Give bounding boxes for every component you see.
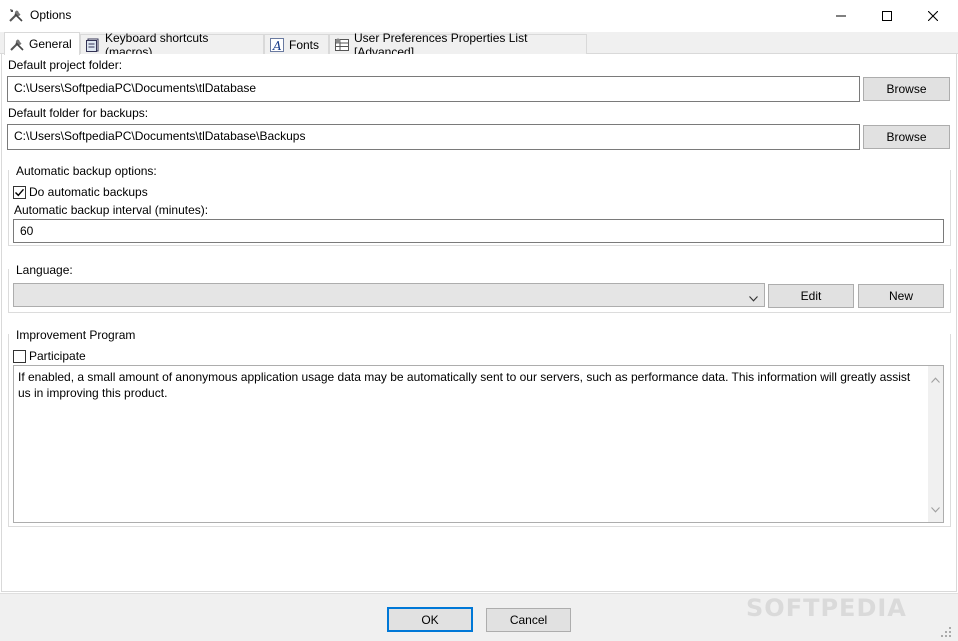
tab-keyboard-shortcuts[interactable]: Keyboard shortcuts (macros) [80, 31, 264, 59]
font-icon: A [269, 37, 285, 53]
backup-folder-label: Default folder for backups: [8, 106, 149, 120]
chevron-down-icon [749, 291, 758, 305]
description-scrollbar[interactable] [928, 366, 943, 522]
maximize-button[interactable] [864, 0, 910, 31]
cancel-button[interactable]: Cancel [486, 608, 571, 632]
title-bar: Options [0, 0, 958, 31]
svg-text:A: A [272, 39, 282, 53]
participate-checkbox[interactable]: Participate [13, 349, 86, 363]
ok-button[interactable]: OK [387, 607, 473, 632]
tab-label: General [29, 37, 72, 51]
language-group-label: Language: [16, 263, 73, 277]
separator [9, 320, 947, 321]
checkbox-checked-icon [13, 185, 26, 199]
tab-user-preferences[interactable]: User Preferences Properties List [Advanc… [329, 31, 587, 59]
separator [9, 254, 947, 255]
improvement-description-text: If enabled, a small amount of anonymous … [18, 370, 911, 400]
close-button[interactable] [910, 0, 956, 31]
participate-label: Participate [29, 349, 86, 363]
minimize-icon [836, 15, 846, 16]
tools-icon [9, 36, 25, 52]
edit-language-button[interactable]: Edit [768, 284, 854, 308]
checkbox-unchecked-icon [13, 349, 26, 363]
project-folder-input[interactable]: C:\Users\SoftpediaPC\Documents\tlDatabas… [7, 76, 860, 102]
chevron-down-icon[interactable] [931, 501, 940, 517]
tab-general[interactable]: General [4, 32, 80, 55]
improvement-group-label: Improvement Program [16, 328, 136, 342]
chevron-up-icon[interactable] [931, 371, 940, 387]
keyboard-book-icon [85, 37, 101, 53]
separator [9, 156, 947, 157]
minimize-button[interactable] [818, 0, 864, 31]
language-select[interactable] [13, 283, 765, 307]
project-folder-label: Default project folder: [8, 58, 123, 72]
auto-backup-group-label: Automatic backup options: [16, 164, 157, 178]
tab-fonts[interactable]: A Fonts [264, 34, 329, 54]
maximize-icon [882, 10, 892, 21]
backup-interval-label: Automatic backup interval (minutes): [14, 203, 209, 217]
do-automatic-backups-label: Do automatic backups [29, 185, 148, 199]
close-icon [928, 10, 938, 21]
do-automatic-backups-checkbox[interactable]: Do automatic backups [13, 185, 148, 199]
watermark: SOFTPEDIA [746, 594, 907, 622]
browse-project-folder-button[interactable]: Browse [863, 77, 950, 101]
tools-icon [8, 7, 24, 23]
improvement-description: If enabled, a small amount of anonymous … [13, 365, 944, 523]
backup-folder-input[interactable]: C:\Users\SoftpediaPC\Documents\tlDatabas… [7, 124, 860, 150]
property-grid-icon [334, 37, 350, 53]
tab-label: Fonts [289, 37, 320, 52]
browse-backup-folder-button[interactable]: Browse [863, 125, 950, 149]
new-language-button[interactable]: New [858, 284, 944, 308]
resize-grip-icon[interactable] [940, 626, 954, 638]
backup-interval-input[interactable]: 60 [13, 219, 944, 243]
window-title: Options [30, 8, 72, 22]
